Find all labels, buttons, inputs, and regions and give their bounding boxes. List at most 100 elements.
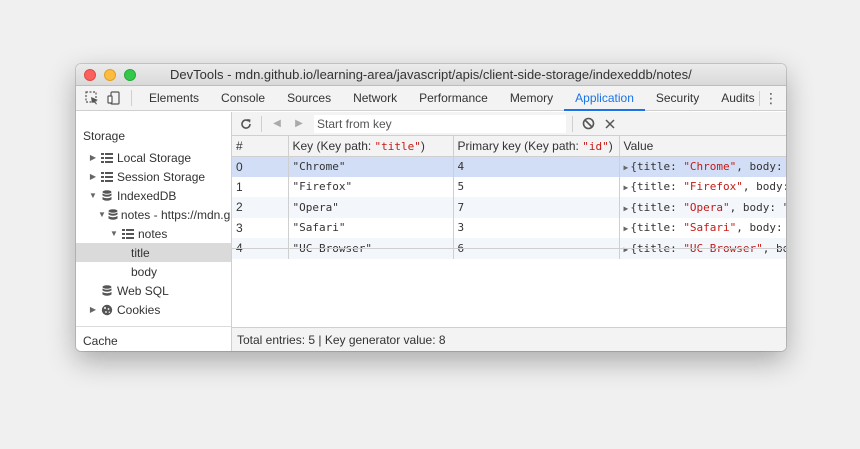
- sidebar-item-indexeddb[interactable]: ▼ IndexedDB: [76, 186, 231, 205]
- cell-primary-key: 5: [453, 176, 620, 197]
- expand-arrow-icon[interactable]: ▶: [88, 153, 98, 162]
- database-icon: [100, 189, 114, 202]
- sidebar-item-label: Cookies: [117, 302, 161, 317]
- value-text: , body: ": [742, 180, 786, 194]
- table-row[interactable]: 3 "Safari" 3 ▶{title: "Safari", body: ": [232, 217, 786, 238]
- previous-page-icon[interactable]: ◀: [266, 112, 288, 136]
- window-controls: [84, 69, 136, 81]
- value-title: "Opera": [683, 200, 730, 214]
- tab-memory[interactable]: Memory: [499, 86, 564, 110]
- column-header-value[interactable]: Value: [619, 136, 786, 157]
- header-text: Primary key (Key path:: [457, 138, 583, 153]
- cookie-icon: [100, 304, 114, 316]
- column-header-key[interactable]: Key (Key path: "title"): [288, 136, 454, 157]
- tab-console[interactable]: Console: [210, 86, 276, 110]
- tab-audits[interactable]: Audits: [710, 86, 765, 110]
- data-grid: # Key (Key path: "title") Primary key (K…: [232, 136, 786, 259]
- value-text: , body: ": [736, 160, 785, 173]
- cell-primary-key: 3: [453, 217, 620, 238]
- cell-index: 2: [232, 197, 289, 218]
- sidebar-item-label: IndexedDB: [117, 188, 177, 203]
- toolbar-separator: [572, 115, 573, 132]
- minimize-window-button[interactable]: [104, 69, 116, 81]
- sidebar-item-local-storage[interactable]: ▶ Local Storage: [76, 148, 231, 167]
- cell-primary-key: 7: [453, 197, 620, 218]
- close-window-button[interactable]: [84, 69, 96, 81]
- title-bar: DevTools - mdn.github.io/learning-area/j…: [76, 64, 786, 86]
- tab-network[interactable]: Network: [342, 86, 408, 110]
- sidebar-item-notes-database[interactable]: ▼ notes - https://mdn.github.io: [76, 205, 231, 224]
- expand-arrow-icon[interactable]: ▶: [88, 305, 98, 314]
- cell-key: "Firefox": [288, 176, 454, 197]
- menu-separator: [759, 91, 760, 106]
- status-footer: Total entries: 5 | Key generator value: …: [232, 327, 786, 351]
- expand-value-icon[interactable]: ▶: [624, 204, 629, 213]
- sidebar-item-cookies[interactable]: ▶ Cookies: [76, 300, 231, 319]
- table-row[interactable]: 1 "Firefox" 5 ▶ {title: "Firefox", body: …: [232, 176, 786, 197]
- cell-value: ▶ {title: "Opera", body: ": [619, 197, 786, 218]
- expand-value-icon[interactable]: ▶: [624, 183, 629, 192]
- sidebar-item-web-sql[interactable]: Web SQL: [76, 281, 231, 300]
- clear-object-store-icon[interactable]: [577, 112, 599, 136]
- window-title: DevTools - mdn.github.io/learning-area/j…: [170, 67, 692, 82]
- cell-index: 0: [232, 156, 289, 177]
- inspect-element-icon[interactable]: [81, 86, 103, 110]
- grid-empty-area: [232, 248, 786, 327]
- value-text: {title:: [630, 180, 684, 194]
- cell-index: 3: [232, 217, 289, 238]
- key-path-text: "title": [374, 139, 421, 153]
- sidebar-item-notes-store[interactable]: ▼ notes: [76, 224, 231, 243]
- collapse-arrow-icon[interactable]: ▼: [98, 210, 106, 219]
- header-text: ): [420, 138, 425, 153]
- grid-icon: [100, 171, 114, 183]
- sidebar-item-label: Web SQL: [117, 283, 169, 298]
- key-path-text: "id": [582, 139, 609, 153]
- collapse-arrow-icon[interactable]: ▼: [109, 229, 119, 238]
- object-store-view: ◀ ▶ # Key (Key path: "title": [232, 112, 786, 351]
- next-page-icon[interactable]: ▶: [288, 112, 310, 136]
- expand-value-icon[interactable]: ▶: [624, 163, 629, 172]
- tab-performance[interactable]: Performance: [408, 86, 499, 110]
- more-options-icon[interactable]: ⋮: [764, 86, 778, 111]
- sidebar-item-label: notes: [138, 226, 168, 241]
- tab-sources[interactable]: Sources: [276, 86, 342, 110]
- table-row[interactable]: 2 "Opera" 7 ▶ {title: "Opera", body: ": [232, 197, 786, 218]
- storage-header: Storage: [83, 129, 126, 143]
- tab-elements[interactable]: Elements: [138, 86, 210, 110]
- sidebar-item-session-storage[interactable]: ▶ Session Storage: [76, 167, 231, 186]
- cell-key: "Safari": [288, 217, 454, 238]
- maximize-window-button[interactable]: [124, 69, 136, 81]
- tab-security[interactable]: Security: [645, 86, 710, 110]
- expand-arrow-icon[interactable]: ▶: [88, 172, 98, 181]
- sidebar-item-label: Session Storage: [117, 169, 206, 184]
- cell-value: ▶{title: "Chrome", body: ": [619, 156, 786, 177]
- delete-selected-icon[interactable]: [599, 112, 621, 136]
- cell-index: 1: [232, 176, 289, 197]
- tab-application[interactable]: Application: [564, 86, 645, 111]
- collapse-arrow-icon[interactable]: ▼: [88, 191, 98, 200]
- value-text: , body: ": [736, 221, 785, 235]
- header-text: Key (Key path:: [292, 138, 375, 153]
- section-divider: [76, 326, 231, 327]
- toolbar-separator: [261, 115, 262, 132]
- sidebar-item-title-index[interactable]: title: [76, 243, 231, 262]
- database-icon: [100, 284, 114, 297]
- storage-tree: ▶ Local Storage ▶ Session Storage ▼ Inde…: [76, 148, 231, 319]
- device-toolbar-icon[interactable]: [103, 86, 125, 110]
- expand-value-icon[interactable]: ▶: [624, 224, 629, 233]
- value-text: {title:: [630, 160, 684, 173]
- cell-value: ▶{title: "Firefox", body: ": [619, 176, 786, 197]
- value-title: "Firefox": [683, 180, 743, 194]
- cache-header: Cache: [83, 334, 118, 348]
- grid-icon: [100, 152, 114, 164]
- value-text: , body: ": [729, 200, 786, 214]
- application-sidebar: Storage ▶ Local Storage ▶ Session Storag…: [76, 112, 232, 351]
- sidebar-item-body-index[interactable]: body: [76, 262, 231, 281]
- table-row[interactable]: 0 "Chrome" 4 ▶{title: "Chrome", body: ": [232, 156, 786, 177]
- grid-header-row: # Key (Key path: "title") Primary key (K…: [232, 136, 786, 157]
- refresh-icon[interactable]: [235, 112, 257, 136]
- value-title: "Safari": [683, 221, 737, 235]
- column-header-primary-key[interactable]: Primary key (Key path: "id"): [453, 136, 620, 157]
- start-from-key-input[interactable]: [314, 114, 566, 133]
- column-header-index[interactable]: #: [232, 136, 289, 157]
